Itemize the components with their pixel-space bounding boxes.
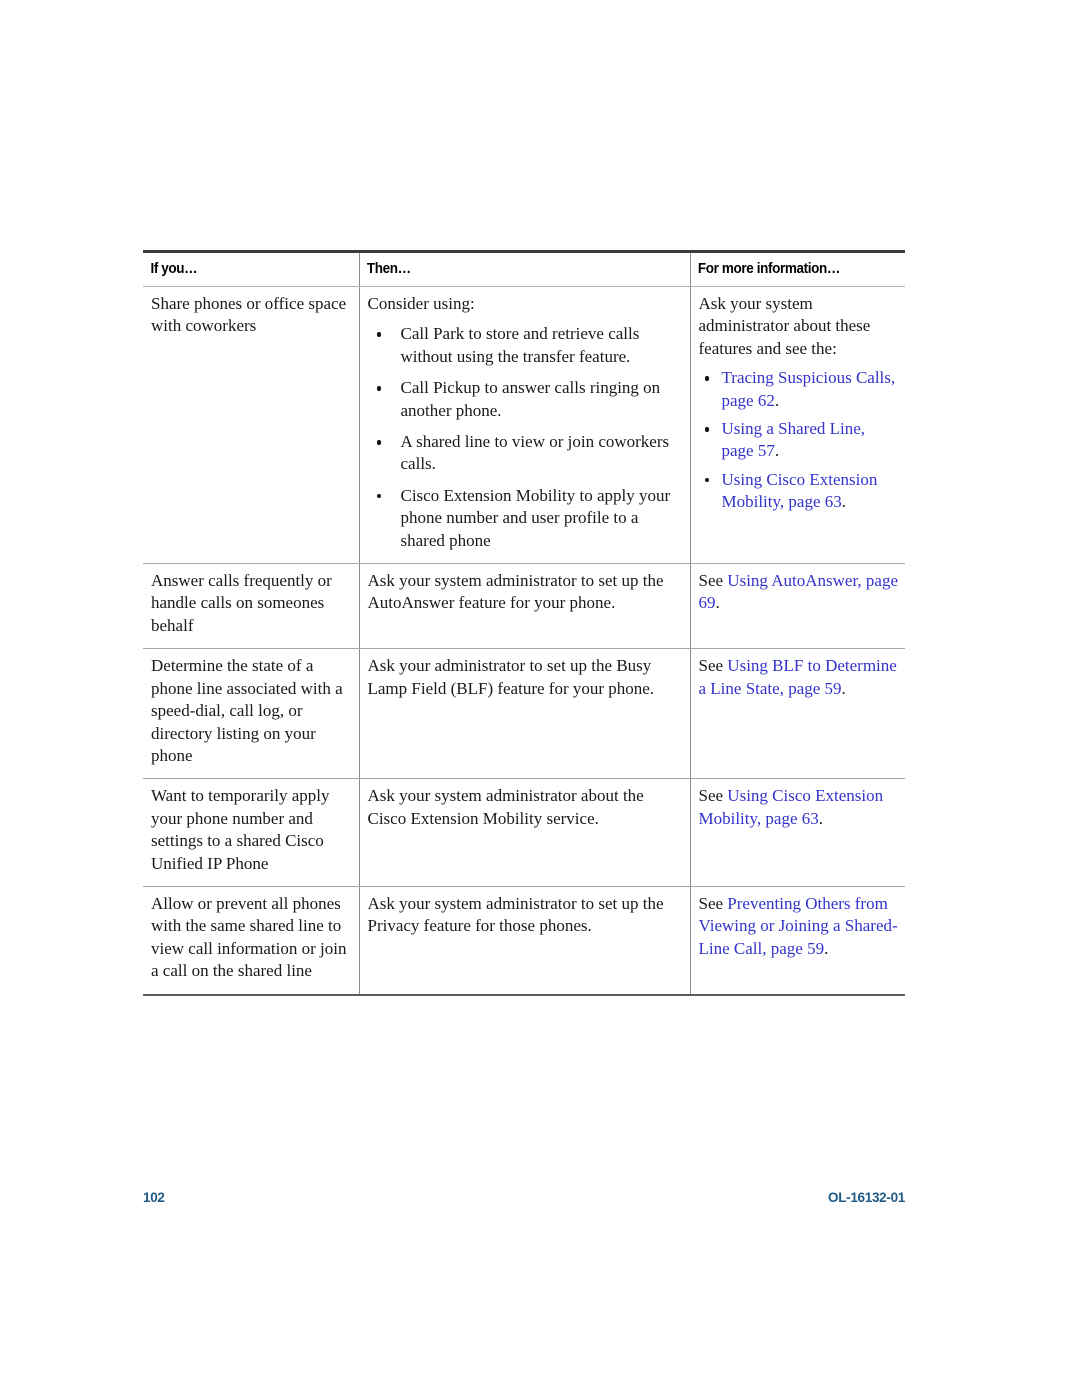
cell-then: Ask your system administrator about the …	[358, 778, 690, 887]
see-label: See	[698, 656, 728, 676]
then-text: Ask your system administrator to set up …	[367, 571, 664, 613]
cell-then: Ask your administrator to set up the Bus…	[358, 648, 690, 780]
list-item: Call Park to store and retrieve calls wi…	[368, 323, 678, 368]
then-text: Ask your system administrator to set up …	[367, 893, 664, 936]
see-label: See	[698, 571, 728, 591]
page-number: 102	[143, 1190, 165, 1205]
cross-reference: See Using BLF to Determine a Line State,…	[699, 655, 900, 700]
then-text: Ask your administrator to set up the Bus…	[367, 656, 655, 698]
list-item: Tracing Suspicious Calls, page 62.	[699, 367, 900, 412]
feature-reference-table: If you… Then… For more information… Shar…	[143, 250, 905, 996]
table-row: Answer calls frequently or handle calls …	[143, 563, 905, 650]
cell-for-more-information: See Preventing Others from Viewing or Jo…	[689, 886, 905, 996]
cross-reference-link[interactable]: Using Cisco Extension Mobility, page 63	[722, 470, 878, 511]
see-label: See	[698, 786, 728, 806]
then-bullet-list: Call Park to store and retrieve calls wi…	[368, 323, 678, 552]
period: .	[824, 938, 829, 958]
document-id: OL-16132-01	[828, 1190, 905, 1205]
if-you-text: Allow or prevent all phones with the sam…	[151, 893, 347, 981]
list-item: Cisco Extension Mobility to apply your p…	[368, 485, 678, 552]
cell-if-you: Answer calls frequently or handle calls …	[143, 563, 359, 650]
document-page: If you… Then… For more information… Shar…	[0, 0, 1080, 1397]
page-footer: 102 OL-16132-01	[143, 1190, 905, 1210]
table-row: Determine the state of a phone line asso…	[143, 648, 905, 780]
cross-reference-list: Tracing Suspicious Calls, page 62. Using…	[699, 367, 900, 513]
period: .	[774, 441, 780, 461]
list-item: Using a Shared Line, page 57.	[699, 418, 900, 463]
cross-reference-link[interactable]: Using AutoAnswer, page 69	[699, 571, 899, 612]
if-you-text: Answer calls frequently or handle calls …	[151, 571, 332, 635]
table-row: Allow or prevent all phones with the sam…	[143, 886, 905, 996]
if-you-text: Determine the state of a phone line asso…	[151, 656, 343, 765]
cell-if-you: Allow or prevent all phones with the sam…	[143, 886, 359, 996]
cross-reference-link[interactable]: Using a Shared Line, page 57	[722, 419, 866, 460]
cell-if-you: Share phones or office space with cowork…	[143, 286, 359, 565]
period: .	[841, 492, 846, 512]
period: .	[818, 808, 823, 828]
table-header: If you… Then… For more information…	[143, 250, 905, 287]
column-header-for-more-information: For more information…	[689, 250, 890, 287]
then-intro-text: Consider using:	[367, 294, 475, 313]
cell-for-more-information: See Using AutoAnswer, page 69.	[689, 563, 905, 650]
cell-for-more-information: See Using BLF to Determine a Line State,…	[689, 648, 905, 780]
table-body: Share phones or office space with cowork…	[143, 286, 905, 996]
cell-then: Consider using: Call Park to store and r…	[358, 286, 690, 565]
cross-reference-link[interactable]: Using BLF to Determine a Line State, pag…	[699, 656, 897, 697]
cross-reference: See Preventing Others from Viewing or Jo…	[699, 893, 900, 960]
then-text: Ask your system administrator about the …	[367, 786, 644, 828]
cell-if-you: Determine the state of a phone line asso…	[143, 648, 359, 780]
table-row: Want to temporarily apply your phone num…	[143, 778, 905, 887]
column-header-then: Then…	[358, 250, 667, 287]
table-row: Share phones or office space with cowork…	[143, 286, 905, 565]
info-intro-text: Ask your system administrator about thes…	[698, 294, 871, 358]
cell-for-more-information: Ask your system administrator about thes…	[689, 286, 905, 565]
table-header-row: If you… Then… For more information…	[143, 250, 905, 287]
if-you-text: Share phones or office space with cowork…	[151, 294, 347, 336]
list-item: Call Pickup to answer calls ringing on a…	[368, 377, 678, 422]
cross-reference-link[interactable]: Tracing Suspicious Calls, page 62	[722, 368, 896, 409]
cross-reference-link[interactable]: Using Cisco Extension Mobility, page 63	[699, 786, 884, 827]
cross-reference-link[interactable]: Preventing Others from Viewing or Joinin…	[699, 894, 898, 958]
period: .	[774, 390, 780, 410]
list-item: A shared line to view or join coworkers …	[368, 431, 678, 476]
list-item: Using Cisco Extension Mobility, page 63.	[699, 469, 900, 514]
cross-reference: See Using Cisco Extension Mobility, page…	[699, 785, 900, 830]
if-you-text: Want to temporarily apply your phone num…	[151, 786, 330, 873]
cross-reference: See Using AutoAnswer, page 69.	[699, 570, 900, 615]
cell-then: Ask your system administrator to set up …	[358, 563, 690, 650]
cell-then: Ask your system administrator to set up …	[358, 886, 690, 996]
cell-if-you: Want to temporarily apply your phone num…	[143, 778, 359, 887]
see-label: See	[698, 893, 728, 913]
cell-for-more-information: See Using Cisco Extension Mobility, page…	[689, 778, 905, 887]
period: .	[715, 593, 720, 613]
column-header-if-you: If you…	[143, 250, 344, 287]
period: .	[841, 678, 846, 698]
